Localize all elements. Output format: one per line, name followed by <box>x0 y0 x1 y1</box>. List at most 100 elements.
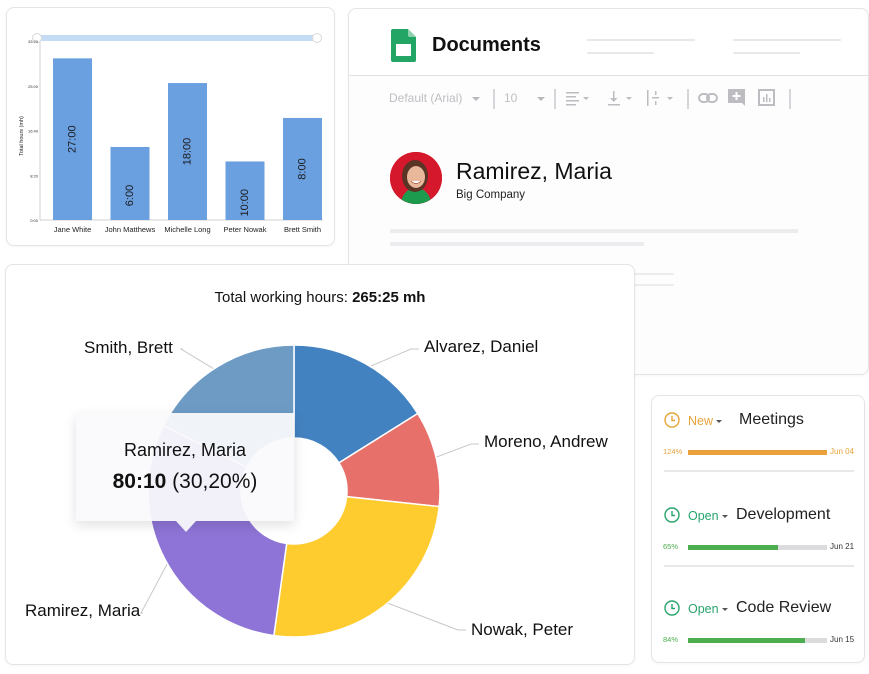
placeholder-line <box>587 52 654 54</box>
progress-bar-fill <box>688 450 827 455</box>
bar-data-label: 8:00 <box>296 158 308 179</box>
status-label: Open <box>688 509 719 523</box>
toolbar-divider <box>687 89 689 109</box>
x-tick-label: John Matthews <box>105 225 156 234</box>
clock-icon <box>664 507 680 523</box>
progress-bar-fill <box>688 638 805 643</box>
status-dropdown[interactable]: Open <box>688 509 728 523</box>
toolbar-divider <box>493 89 495 109</box>
due-date: Jun 21 <box>830 542 855 551</box>
sheets-doc-icon <box>391 29 416 62</box>
pie-chart-panel: Total working hours: 265:25 mh Alvarez, … <box>5 264 635 665</box>
range-slider-track[interactable] <box>36 35 318 41</box>
bar-data-label: 10:00 <box>239 189 251 217</box>
text-wrap-icon <box>647 90 673 106</box>
progress-bar-fill <box>688 545 779 550</box>
insert-comment-button[interactable] <box>728 89 746 110</box>
bar-chart: 0:00 8:20 16:40 25:00 33:20 Total hours (mh)… <box>19 33 323 234</box>
chart-icon <box>758 89 775 106</box>
task-name: Development <box>736 506 831 523</box>
y-tick-label: 0:00 <box>30 218 39 223</box>
y-tick-label: 33:20 <box>28 39 39 44</box>
placeholder-line <box>390 229 798 233</box>
font-family-value: Default (Arial) <box>389 91 463 105</box>
divider <box>664 470 854 472</box>
pie-slice-label: Ramirez, Maria <box>25 601 141 620</box>
chevron-down-icon <box>721 608 728 612</box>
toolbar-divider <box>554 89 556 109</box>
bar-data-label: 18:00 <box>181 138 193 166</box>
leader-line <box>378 599 466 631</box>
bar-chart-panel: 0:00 8:20 16:40 25:00 33:20 Total hours (mh)… <box>6 7 335 246</box>
status-label: New <box>688 414 714 428</box>
link-icon <box>698 93 718 103</box>
insert-link-button[interactable] <box>698 90 718 109</box>
person-photo <box>390 152 442 204</box>
font-size-dropdown[interactable]: 10 <box>504 91 545 105</box>
tooltip-percent: (30,20%) <box>172 470 258 493</box>
pie-slice-label: Moreno, Andrew <box>484 432 608 451</box>
progress-bar <box>688 638 827 643</box>
chart-tooltip: Ramirez, Maria 80:10 (30,20%) <box>76 413 294 532</box>
x-tick-label: Michelle Long <box>164 225 210 234</box>
pie-slice-label: Smith, Brett <box>84 338 173 357</box>
documents-title: Documents <box>432 34 541 56</box>
clock-icon <box>664 412 680 428</box>
task-name: Meetings <box>739 411 804 428</box>
tooltip-hours: 80:10 <box>112 470 167 493</box>
person-company: Big Company <box>456 189 526 201</box>
align-button[interactable] <box>566 89 592 110</box>
placeholder-line <box>390 242 644 246</box>
chevron-down-icon <box>716 420 723 424</box>
status-dropdown[interactable]: New <box>688 414 723 428</box>
y-axis-label: Total hours (mh) <box>19 116 25 156</box>
avatar <box>390 152 442 204</box>
clock-icon <box>664 600 680 616</box>
placeholder-line <box>733 52 800 54</box>
placeholder-line <box>634 284 674 286</box>
range-slider-handle-right[interactable] <box>312 33 322 43</box>
chevron-down-icon <box>536 96 545 101</box>
bar[interactable] <box>110 146 150 220</box>
y-tick-label: 8:20 <box>30 173 39 178</box>
person-name: Ramirez, Maria <box>456 158 612 184</box>
y-tick-label: 25:00 <box>28 84 39 89</box>
progress-percent: 65% <box>663 542 679 551</box>
font-family-dropdown[interactable]: Default (Arial) <box>389 91 480 105</box>
status-label: Open <box>688 602 719 616</box>
tooltip-value: 80:10 (30,20%) <box>76 470 294 494</box>
font-size-value: 10 <box>504 91 518 105</box>
pie-slice-label: Nowak, Peter <box>471 620 574 639</box>
tasks-panel: New Meetings 124% Jun 04 Open Developmen… <box>651 395 865 663</box>
divider <box>664 565 854 567</box>
placeholder-line <box>587 39 695 41</box>
status-dropdown[interactable]: Open <box>688 602 728 616</box>
placeholder-line <box>634 273 674 275</box>
bar-data-label: 27:00 <box>66 125 78 153</box>
pie-slice-label: Alvarez, Daniel <box>424 337 539 356</box>
bar-data-label: 6:00 <box>124 185 136 206</box>
progress-percent: 124% <box>663 447 683 456</box>
align-left-icon <box>566 92 589 106</box>
insert-chart-button[interactable] <box>758 89 776 110</box>
task-item[interactable]: Open Code Review 84% Jun 15 <box>652 584 864 674</box>
due-date: Jun 04 <box>830 447 855 456</box>
x-tick-label: Jane White <box>54 225 92 234</box>
formatting-toolbar: Default (Arial) 10 <box>389 89 849 111</box>
text-wrap-button[interactable] <box>647 89 677 110</box>
progress-bar <box>688 545 827 550</box>
x-tick-label: Peter Nowak <box>224 225 267 234</box>
y-tick-label: 16:40 <box>28 129 39 134</box>
documents-header: Documents <box>349 9 868 76</box>
tooltip-name: Ramirez, Maria <box>123 440 247 460</box>
task-item[interactable]: Open Development 65% Jun 21 <box>652 491 864 581</box>
vertical-align-bottom-icon <box>608 91 632 106</box>
vertical-align-button[interactable] <box>607 89 635 110</box>
x-tick-label: Brett Smith <box>284 225 321 234</box>
task-item[interactable]: New Meetings 124% Jun 04 <box>652 396 864 486</box>
chevron-down-icon <box>721 515 728 519</box>
placeholder-line <box>733 39 841 41</box>
progress-bar <box>688 450 827 455</box>
task-name: Code Review <box>736 599 832 616</box>
pie-slice[interactable] <box>273 495 440 638</box>
